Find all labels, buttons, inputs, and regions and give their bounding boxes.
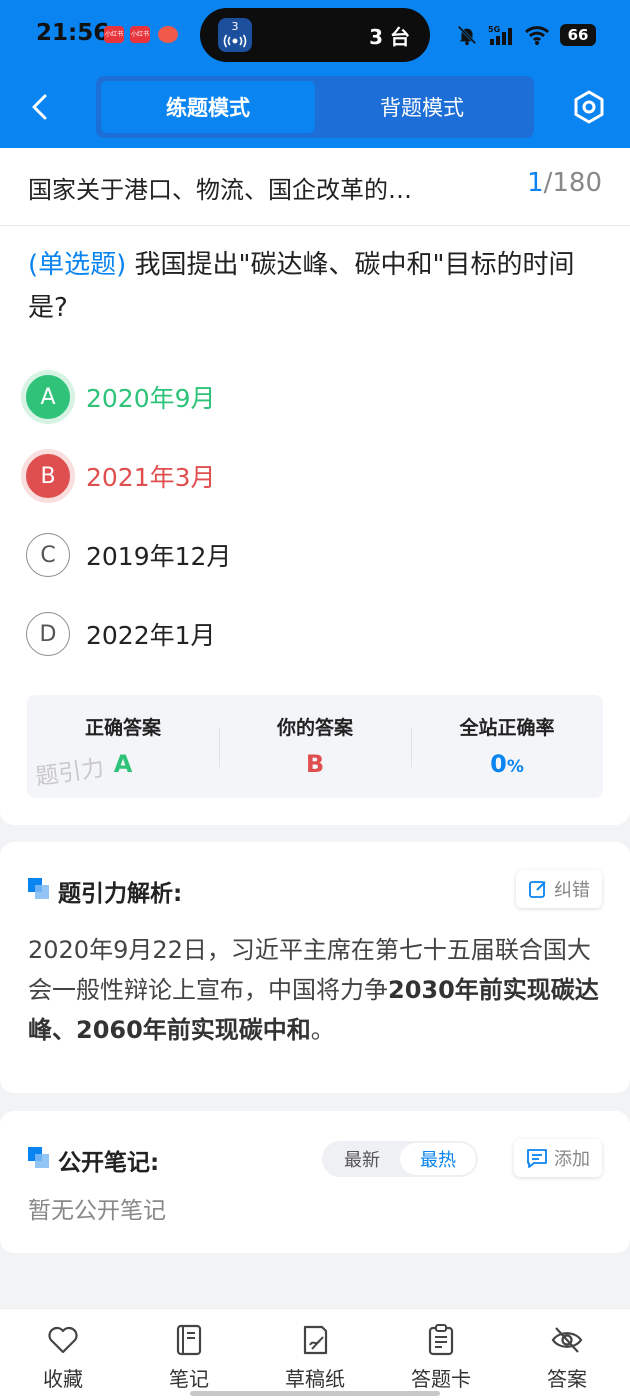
question-card: 国家关于港口、物流、国企改革的… 1/180 (单选题) 我国提出"碳达峰、碳中…: [0, 148, 630, 825]
report-error-label: 纠错: [554, 880, 590, 901]
nav-notes[interactable]: 笔记: [126, 1309, 252, 1400]
nav-label: 草稿纸: [285, 1367, 345, 1391]
nav-row: 练题模式 背题模式: [0, 76, 630, 138]
status-icons: 5G 66: [456, 22, 596, 48]
accuracy-rate-label: 全站正确率: [459, 717, 555, 739]
analysis-card: 题引力解析: 纠错 2020年9月22日，习近平主席在第七十五届联合国大会一般性…: [0, 842, 630, 1093]
app-notification-icon: [158, 26, 178, 43]
question-text-block: (单选题) 我国提出"碳达峰、碳中和"目标的时间是?: [28, 244, 608, 330]
status-time: 21:56: [36, 20, 110, 46]
svg-text:5G: 5G: [488, 25, 500, 34]
option-letter: A: [26, 375, 70, 419]
analysis-title: 题引力解析:: [58, 881, 183, 907]
add-note-label: 添加: [554, 1149, 590, 1170]
tab-practice-mode[interactable]: 练题模式: [101, 81, 315, 133]
option-a[interactable]: A 2020年9月: [26, 373, 216, 421]
answer-summary: 正确答案 A 你的答案 B 全站正确率 0%: [27, 695, 603, 798]
island-text: 3 台: [369, 25, 410, 49]
option-text: 2021年3月: [86, 463, 216, 492]
island-badge: 3: [231, 20, 239, 33]
sort-latest[interactable]: 最新: [324, 1143, 400, 1175]
option-b[interactable]: B 2021年3月: [26, 452, 216, 500]
nav-label: 答题卡: [411, 1367, 471, 1391]
public-notes-card: 公开笔记: 最新 最热 添加 暂无公开笔记: [0, 1111, 630, 1253]
option-letter: B: [26, 454, 70, 498]
back-arrow-icon[interactable]: [22, 88, 60, 126]
draft-icon: [303, 1325, 328, 1355]
dynamic-island[interactable]: 3 3 台: [200, 8, 430, 62]
app-notification-icon: 小红书: [104, 26, 124, 43]
notes-sort-toggle: 最新 最热: [322, 1141, 478, 1177]
mute-bell-icon: [457, 25, 477, 46]
question-progress[interactable]: 1/180: [527, 168, 602, 198]
battery-indicator: 66: [560, 24, 596, 46]
accuracy-rate-unit: %: [506, 757, 524, 777]
mode-switch: 练题模式 背题模式: [96, 76, 534, 138]
nav-label: 答案: [547, 1367, 587, 1391]
chapter-row: 国家关于港口、物流、国企改革的… 1/180: [0, 148, 630, 226]
question-type: (单选题): [28, 250, 127, 280]
option-letter: C: [26, 533, 70, 577]
comment-icon: [527, 1149, 547, 1168]
edit-icon: [529, 881, 546, 898]
wifi-icon: [524, 26, 550, 45]
option-text: 2022年1月: [86, 621, 216, 650]
your-answer-label: 你的答案: [276, 717, 353, 739]
your-answer-value: B: [305, 750, 325, 778]
heart-icon: [48, 1326, 78, 1354]
accuracy-rate-value: 0%: [411, 750, 603, 778]
notebook-icon: [176, 1324, 202, 1356]
bottom-nav: 收藏 笔记 草稿纸 答题卡 答案: [0, 1308, 630, 1400]
accuracy-rate-col: 全站正确率 0%: [411, 695, 603, 798]
option-text: 2019年12月: [86, 542, 232, 571]
nav-draft[interactable]: 草稿纸: [252, 1309, 378, 1400]
chapter-title[interactable]: 国家关于港口、物流、国企改革的…: [28, 170, 498, 205]
option-text: 2020年9月: [86, 384, 216, 413]
eye-off-icon: [551, 1327, 583, 1353]
correct-answer-label: 正确答案: [84, 717, 161, 739]
settings-hexagon-icon[interactable]: [570, 88, 608, 126]
section-marker-icon: [28, 878, 50, 900]
status-bar: 21:56 小红书 小红书 3 3 台 5G 66: [0, 0, 630, 70]
option-letter: D: [26, 612, 70, 656]
analysis-text: 2020年9月22日，习近平主席在第七十五届联合国大会一般性辩论上宣布，中国将力…: [28, 930, 608, 1050]
sort-hottest[interactable]: 最热: [400, 1143, 476, 1175]
add-note-button[interactable]: 添加: [514, 1139, 602, 1177]
total-questions: /180: [543, 168, 602, 198]
section-marker-icon: [28, 1147, 50, 1169]
broadcast-icon: 3: [218, 18, 252, 52]
nav-label: 笔记: [169, 1367, 209, 1391]
nav-label: 收藏: [43, 1367, 83, 1391]
option-c[interactable]: C 2019年12月: [26, 531, 231, 579]
app-notification-icon: 小红书: [130, 26, 150, 43]
tab-memorize-mode[interactable]: 背题模式: [315, 81, 529, 133]
empty-notes-text: 暂无公开笔记: [28, 1198, 166, 1224]
nav-favorite[interactable]: 收藏: [0, 1309, 126, 1400]
accuracy-rate-number: 0: [490, 750, 507, 778]
home-indicator[interactable]: [190, 1391, 440, 1396]
signal-icon: 5G: [488, 25, 512, 45]
nav-answer-card[interactable]: 答题卡: [378, 1309, 504, 1400]
notes-title: 公开笔记:: [58, 1150, 160, 1176]
your-answer-col: 你的答案 B: [219, 695, 411, 798]
report-error-button[interactable]: 纠错: [516, 870, 602, 908]
analysis-text-end: 。: [310, 1016, 335, 1044]
current-question-number: 1: [527, 168, 544, 198]
top-bar: 21:56 小红书 小红书 3 3 台 5G 66 练题模式 背题模式: [0, 0, 630, 148]
answer-card-icon: [428, 1324, 454, 1356]
nav-answer[interactable]: 答案: [504, 1309, 630, 1400]
option-d[interactable]: D 2022年1月: [26, 610, 216, 658]
